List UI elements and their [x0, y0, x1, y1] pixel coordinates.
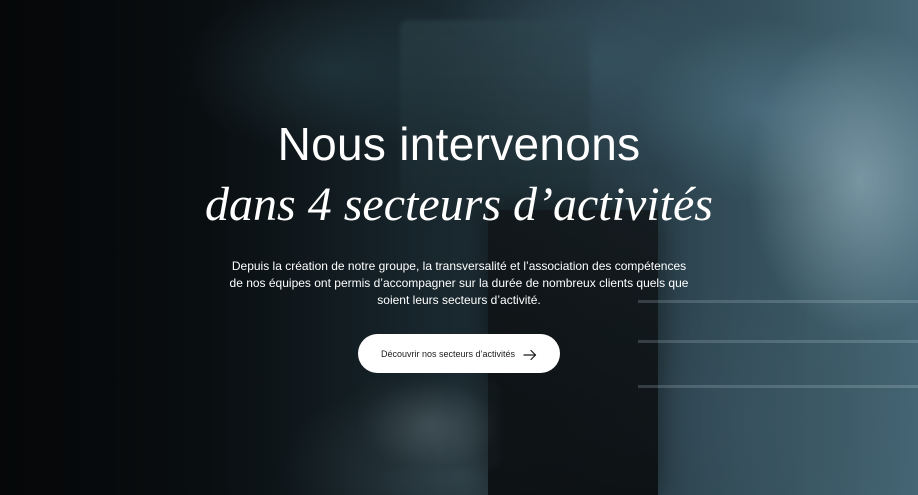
- arrow-right-icon: [523, 348, 537, 360]
- discover-sectors-button[interactable]: Découvrir nos secteurs d’activités: [358, 334, 560, 373]
- hero-section: Nous intervenons dans 4 secteurs d’activ…: [0, 0, 918, 495]
- discover-sectors-button-label: Découvrir nos secteurs d’activités: [380, 348, 516, 359]
- hero-title-line1: Nous intervenons: [277, 118, 641, 170]
- hero-title-line2: dans 4 secteurs d’activités: [205, 178, 713, 231]
- hero-content: Nous intervenons dans 4 secteurs d’activ…: [0, 0, 918, 495]
- hero-description: Depuis la création de notre groupe, la t…: [229, 259, 689, 307]
